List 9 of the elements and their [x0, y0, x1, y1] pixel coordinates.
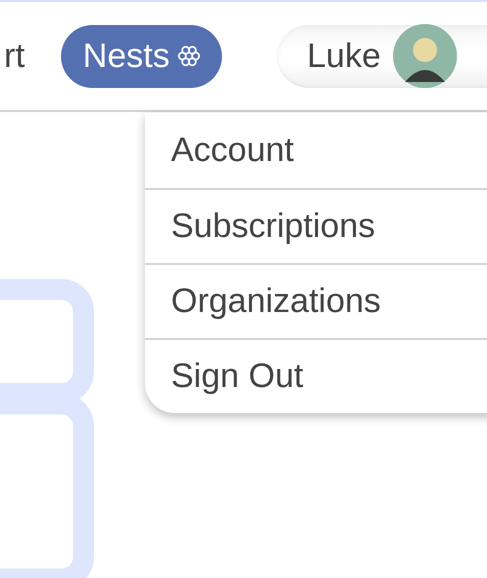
- nav-tab[interactable]: Nests: [60, 24, 222, 88]
- menu-item[interactable]: Organizations: [145, 263, 487, 338]
- avatar-icon: [392, 24, 457, 88]
- user-menu-button[interactable]: Luke: [277, 24, 487, 88]
- flower-icon: [178, 45, 200, 67]
- nav-tab[interactable]: rt: [0, 24, 47, 88]
- menu-item[interactable]: Subscriptions: [145, 188, 487, 263]
- menu-item[interactable]: Sign Out: [145, 338, 487, 413]
- menu-item[interactable]: Account: [145, 113, 487, 188]
